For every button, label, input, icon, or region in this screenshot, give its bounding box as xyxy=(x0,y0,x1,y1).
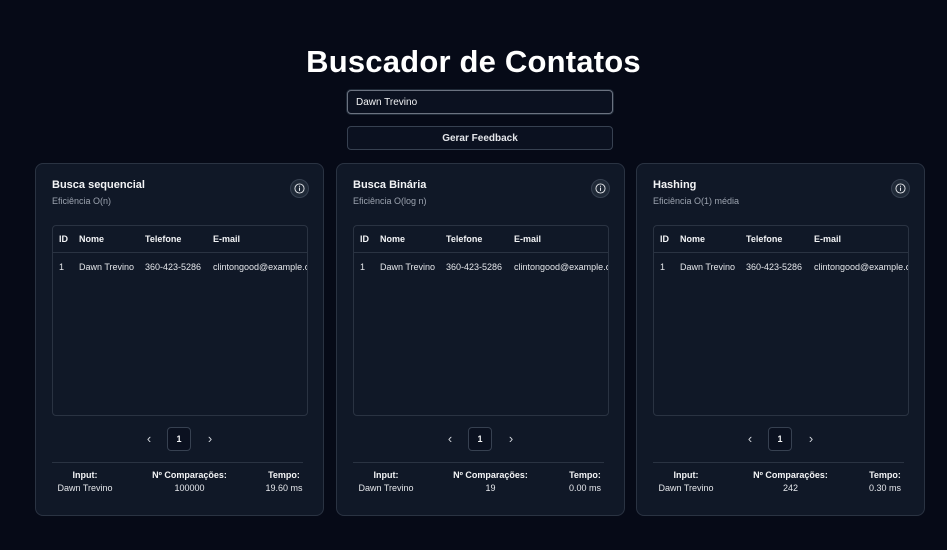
header-email: E-mail xyxy=(213,234,241,244)
results-table[interactable]: ID Nome Telefone E-mail 1 Dawn Trevino 3… xyxy=(653,225,909,416)
page-button[interactable]: 1 xyxy=(768,427,792,451)
stat-label: Input: xyxy=(373,470,399,480)
chevron-right-icon[interactable]: › xyxy=(203,427,217,451)
search-input[interactable] xyxy=(347,90,613,114)
card-subtitle: Eficiência O(1) média xyxy=(653,196,740,206)
card-hashing: Hashing Eficiência O(1) média ID Nome Te… xyxy=(636,163,925,516)
cell-id: 1 xyxy=(360,262,366,272)
table-header: ID Nome Telefone E-mail xyxy=(53,226,307,253)
cell-email: clintongood@example.org xyxy=(213,262,308,272)
header-id: ID xyxy=(59,234,68,244)
card-subtitle: Eficiência O(log n) xyxy=(353,196,427,206)
chevron-left-icon[interactable]: ‹ xyxy=(443,427,457,451)
stat-input: Input: Dawn Trevino xyxy=(52,469,118,495)
stat-label: Input: xyxy=(72,470,98,480)
card-binary-search: Busca Binária Eficiência O(log n) ID Nom… xyxy=(336,163,625,516)
cell-email: clintongood@example.org xyxy=(814,262,909,272)
cell-nome: Dawn Trevino xyxy=(79,262,135,272)
cell-id: 1 xyxy=(59,262,65,272)
chevron-right-icon[interactable]: › xyxy=(804,427,818,451)
table-row[interactable]: 1 Dawn Trevino 360-423-5286 clintongood@… xyxy=(654,254,909,280)
stat-value: 100000 xyxy=(174,483,205,493)
header-email: E-mail xyxy=(814,234,842,244)
cell-telefone: 360-423-5286 xyxy=(145,262,202,272)
info-circle-icon xyxy=(595,183,606,194)
card-subtitle: Eficiência O(n) xyxy=(52,196,112,206)
stat-label: Nº Comparações: xyxy=(152,470,227,480)
stat-label: Nº Comparações: xyxy=(453,470,528,480)
cell-email: clintongood@example.org xyxy=(514,262,609,272)
header-telefone: Telefone xyxy=(746,234,783,244)
stat-value: 19 xyxy=(485,483,496,493)
header-id: ID xyxy=(660,234,669,244)
card-title: Hashing xyxy=(653,179,697,191)
table-row[interactable]: 1 Dawn Trevino 360-423-5286 clintongood@… xyxy=(53,254,308,280)
cell-id: 1 xyxy=(660,262,666,272)
stat-value: 242 xyxy=(782,483,799,493)
stat-label: Tempo: xyxy=(569,470,601,480)
chevron-right-icon[interactable]: › xyxy=(504,427,518,451)
cell-nome: Dawn Trevino xyxy=(380,262,436,272)
stat-time: Tempo: 0.30 ms xyxy=(861,469,909,495)
stat-value: Dawn Trevino xyxy=(658,483,714,493)
chevron-left-icon[interactable]: ‹ xyxy=(142,427,156,451)
stat-input: Input: Dawn Trevino xyxy=(653,469,719,495)
info-button[interactable] xyxy=(290,179,309,198)
stat-comparisons: Nº Comparações: 100000 xyxy=(142,469,237,495)
stats-footer: Input: Dawn Trevino Nº Comparações: 19 T… xyxy=(353,462,604,503)
table-header: ID Nome Telefone E-mail xyxy=(354,226,608,253)
stat-time: Tempo: 0.00 ms xyxy=(561,469,609,495)
header-email: E-mail xyxy=(514,234,542,244)
stat-value: 0.00 ms xyxy=(568,483,601,493)
header-nome: Nome xyxy=(680,234,706,244)
pagination: ‹ 1 › xyxy=(637,427,924,451)
stat-value: Dawn Trevino xyxy=(57,483,113,493)
stat-value: Dawn Trevino xyxy=(358,483,414,493)
stats-footer: Input: Dawn Trevino Nº Comparações: 242 … xyxy=(653,462,904,503)
cell-nome: Dawn Trevino xyxy=(680,262,736,272)
card-title: Busca Binária xyxy=(353,179,427,191)
stat-time: Tempo: 19.60 ms xyxy=(260,469,308,495)
header-telefone: Telefone xyxy=(446,234,483,244)
page-button[interactable]: 1 xyxy=(167,427,191,451)
pagination: ‹ 1 › xyxy=(36,427,323,451)
header-telefone: Telefone xyxy=(145,234,182,244)
stat-value: 19.60 ms xyxy=(265,483,303,493)
stat-label: Nº Comparações: xyxy=(753,470,828,480)
header-nome: Nome xyxy=(79,234,105,244)
stat-value: 0.30 ms xyxy=(868,483,901,493)
page-button[interactable]: 1 xyxy=(468,427,492,451)
stat-input: Input: Dawn Trevino xyxy=(353,469,419,495)
info-circle-icon xyxy=(294,183,305,194)
stat-label: Tempo: xyxy=(268,470,300,480)
stat-comparisons: Nº Comparações: 242 xyxy=(743,469,838,495)
stats-footer: Input: Dawn Trevino Nº Comparações: 1000… xyxy=(52,462,303,503)
table-header: ID Nome Telefone E-mail xyxy=(654,226,908,253)
info-button[interactable] xyxy=(591,179,610,198)
info-button[interactable] xyxy=(891,179,910,198)
stat-label: Input: xyxy=(673,470,699,480)
page-title: Buscador de Contatos xyxy=(306,44,641,79)
generate-feedback-button[interactable]: Gerar Feedback xyxy=(347,126,613,150)
results-table[interactable]: ID Nome Telefone E-mail 1 Dawn Trevino 3… xyxy=(353,225,609,416)
chevron-left-icon[interactable]: ‹ xyxy=(743,427,757,451)
results-table[interactable]: ID Nome Telefone E-mail 1 Dawn Trevino 3… xyxy=(52,225,308,416)
stat-label: Tempo: xyxy=(869,470,901,480)
card-title: Busca sequencial xyxy=(52,179,145,191)
header-id: ID xyxy=(360,234,369,244)
info-circle-icon xyxy=(895,183,906,194)
pagination: ‹ 1 › xyxy=(337,427,624,451)
cell-telefone: 360-423-5286 xyxy=(446,262,503,272)
header-nome: Nome xyxy=(380,234,406,244)
card-sequential-search: Busca sequencial Eficiência O(n) ID Nome… xyxy=(35,163,324,516)
cell-telefone: 360-423-5286 xyxy=(746,262,803,272)
table-row[interactable]: 1 Dawn Trevino 360-423-5286 clintongood@… xyxy=(354,254,609,280)
stat-comparisons: Nº Comparações: 19 xyxy=(443,469,538,495)
